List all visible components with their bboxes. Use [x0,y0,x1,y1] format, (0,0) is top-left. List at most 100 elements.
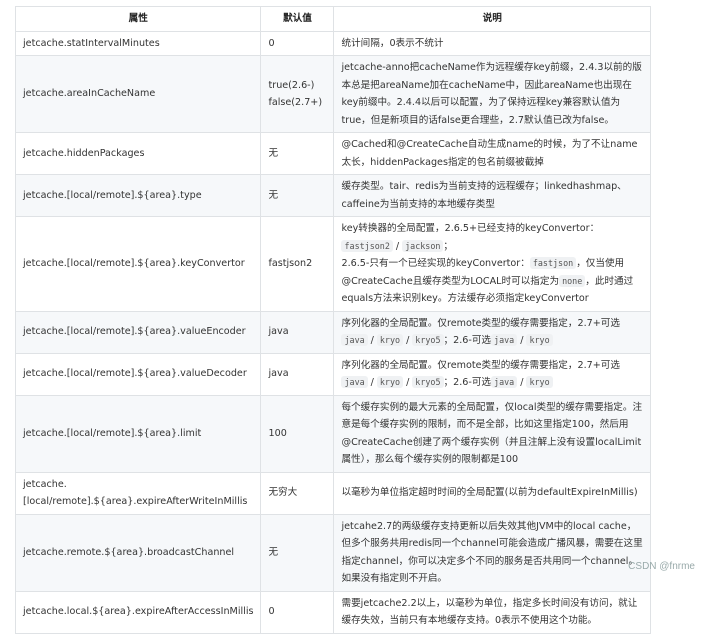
property-name: jetcache.[local/remote].${area}.valueDec… [23,368,247,379]
default-value: 100 [268,428,286,439]
description-cell: @Cached和@CreateCache自动生成name的时候，为了不让name… [334,133,651,175]
table-row: jetcache.remote.${area}.broadcastChannel… [16,514,651,591]
default-cell: 无 [261,514,334,591]
description: 需要jetcache2.2以上，以毫秒为单位，指定多长时间没有访问，就让缓存失效… [341,598,637,627]
default-cell: 无穷大 [261,472,334,514]
description-cell: 以毫秒为单位指定超时时间的全局配置(以前为defaultExpireInMill… [334,472,651,514]
property-cell: jetcache.local.${area}.expireAfterAccess… [16,591,261,633]
property-cell: jetcache.remote.${area}.broadcastChannel [16,514,261,591]
property-name: jetcache.remote.${area}.broadcastChannel [23,547,234,558]
description-text: 序列化器的全局配置。仅remote类型的缓存需要指定，2.7+可选 [341,360,619,371]
description-cell: 需要jetcache2.2以上，以毫秒为单位，指定多长时间没有访问，就让缓存失效… [334,591,651,633]
header-description: 说明 [334,7,651,32]
property-cell: jetcache.statIntervalMinutes [16,31,261,56]
default-value: 无 [268,148,278,159]
property-cell: jetcache.[local/remote].${area}.limit [16,395,261,472]
default-value: 0 [268,38,274,49]
code-value: kryo5 [412,376,443,388]
code-value: kryo5 [412,334,443,346]
property-cell: jetcache.[local/remote].${area}.keyConve… [16,217,261,312]
description-text: key转换器的全局配置，2.6.5+已经支持的keyConvertor： [341,223,599,234]
table-row: jetcache.statIntervalMinutes 0 统计间隔，0表示不统计 [16,31,651,56]
description-text: / [371,335,374,346]
property-cell: jetcache.[local/remote].${area}.valueDec… [16,353,261,395]
description-text: / [520,377,523,388]
property-name: jetcache. [23,479,67,490]
property-name: jetcache.[local/remote].${area}.keyConve… [23,258,245,269]
description: 缓存类型。tair、redis为当前支持的远程缓存；linkedhashmap、… [341,181,626,210]
property-cell: jetcache.areaInCacheName [16,56,261,133]
default-value: true(2.6-) [268,80,314,91]
code-value: none [559,275,585,287]
description-cell: 序列化器的全局配置。仅remote类型的缓存需要指定，2.7+可选java/kr… [334,353,651,395]
code-value: java [491,334,517,346]
property-name: jetcache.hiddenPackages [23,148,144,159]
property-name: jetcache.local.${area}.expireAfterAccess… [23,606,253,617]
default-value: java [268,326,288,337]
default-cell: java [261,311,334,353]
table-row: jetcache.hiddenPackages 无 @Cached和@CreateC… [16,133,651,175]
table-row: jetcache. [local/remote].${area}.expireAf… [16,472,651,514]
code-value: java [491,376,517,388]
property-cell: jetcache. [local/remote].${area}.expireAf… [16,472,261,514]
table-row: jetcache.[local/remote].${area}.valueEnc… [16,311,651,353]
default-value: 0 [268,606,274,617]
property-name: jetcache.statIntervalMinutes [23,38,160,49]
description-cell: 每个缓存实例的最大元素的全局配置，仅local类型的缓存需要指定。注意是每个缓存… [334,395,651,472]
property-name: jetcache.[local/remote].${area}.limit [23,428,201,439]
default-cell: 无 [261,175,334,217]
property-cell: jetcache.[local/remote].${area}.valueEnc… [16,311,261,353]
property-cell: jetcache.[local/remote].${area}.type [16,175,261,217]
description-cell: 统计间隔，0表示不统计 [334,31,651,56]
description-cell: 序列化器的全局配置。仅remote类型的缓存需要指定，2.7+可选java/kr… [334,311,651,353]
description-text: ；2.6-可选 [444,335,492,346]
default-value: 无 [268,547,278,558]
default-cell: 无 [261,133,334,175]
table-row: jetcache.areaInCacheName true(2.6-)false(… [16,56,651,133]
code-value: kryo [526,376,552,388]
description: jetcahe2.7的两级缓存支持更新以后失效其他JVM中的local cach… [341,521,642,585]
description-cell: jetcache-anno把cacheName作为远程缓存key前缀，2.4.3… [334,56,651,133]
header-default: 默认值 [261,7,334,32]
table-row: jetcache.[local/remote].${area}.limit 100… [16,395,651,472]
property-cell: jetcache.hiddenPackages [16,133,261,175]
default-value: 无 [268,190,278,201]
watermark: CSDN @fnrme [628,561,695,572]
default-value: fastjson2 [268,258,312,269]
property-name-cont: [local/remote].${area}.expireAfterWriteI… [23,496,247,507]
default-cell: 100 [261,395,334,472]
table-row: jetcache.local.${area}.expireAfterAccess… [16,591,651,633]
config-table: 属性 默认值 说明 jetcache.statIntervalMinutes 0 统… [15,6,651,634]
description-text: 序列化器的全局配置。仅remote类型的缓存需要指定，2.7+可选 [341,318,619,329]
description-text: ；2.6-可选 [444,377,492,388]
default-cell: 0 [261,591,334,633]
code-value: jackson [402,240,443,252]
code-value: kryo [377,376,403,388]
description-cell: key转换器的全局配置，2.6.5+已经支持的keyConvertor： fast… [334,217,651,312]
default-cell: true(2.6-)false(2.7+) [261,56,334,133]
code-value: java [341,376,367,388]
description-cell: jetcahe2.7的两级缓存支持更新以后失效其他JVM中的local cach… [334,514,651,591]
table-row: jetcache.[local/remote].${area}.valueDec… [16,353,651,395]
default-cell: java [261,353,334,395]
code-value: fastjson2 [341,240,392,252]
code-value: java [341,334,367,346]
description-text: / [396,241,399,252]
property-name: jetcache.[local/remote].${area}.valueEnc… [23,326,246,337]
description: jetcache-anno把cacheName作为远程缓存key前缀，2.4.3… [341,62,641,126]
default-value: 无穷大 [268,487,297,498]
code-value: kryo [526,334,552,346]
code-value: kryo [377,334,403,346]
description-text: 2.6.5-只有一个已经实现的keyConvertor： [341,258,529,269]
description: 统计间隔，0表示不统计 [341,38,443,49]
header-property: 属性 [16,7,261,32]
description-text: / [406,377,409,388]
description-text: / [520,335,523,346]
default-cell: 0 [261,31,334,56]
description: 每个缓存实例的最大元素的全局配置，仅local类型的缓存需要指定。注意是每个缓存… [341,402,642,466]
description-text: ； [443,241,453,252]
property-name: jetcache.areaInCacheName [23,88,155,99]
description-cell: 缓存类型。tair、redis为当前支持的远程缓存；linkedhashmap、… [334,175,651,217]
property-name: jetcache.[local/remote].${area}.type [23,190,202,201]
table-row: jetcache.[local/remote].${area}.type 无 缓存类… [16,175,651,217]
